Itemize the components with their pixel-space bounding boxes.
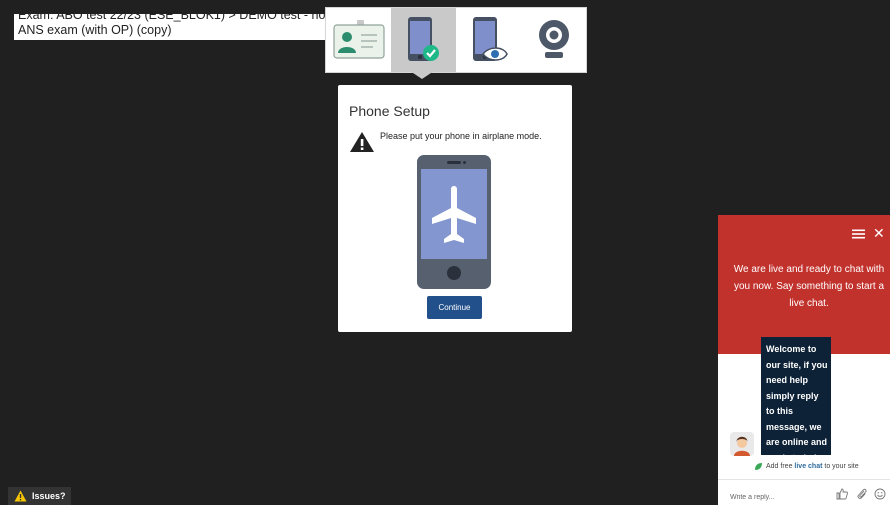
step-phone[interactable] [391,8,456,72]
webcam-icon [538,20,569,58]
chat-reply-input[interactable] [730,491,810,503]
close-icon[interactable]: ✕ [873,226,885,240]
exam-title: Exam: ABO test 22/23 (ESE_BLOK1) > DEMO … [14,8,339,40]
menu-icon[interactable] [852,229,865,239]
setup-steps-bar [325,7,587,73]
chat-header: ✕ We are live and ready to chat with you… [718,215,890,354]
step-id-card[interactable] [326,8,391,72]
chat-powered-by-link[interactable]: Add free live chat to your site [754,462,859,471]
active-step-pointer [410,71,434,79]
exam-title-line2: ANS exam (with OP) (copy) [18,23,172,37]
chat-intro-text: We are live and ready to chat with you n… [733,264,885,309]
dialog-message: Please put your phone in airplane mode. [380,131,542,141]
issues-label: Issues? [32,491,66,501]
continue-button[interactable]: Continue [427,296,482,319]
emoji-icon[interactable] [874,488,886,500]
thumbs-up-icon[interactable] [836,488,848,500]
phone-check-icon [407,17,439,61]
warning-icon [350,132,374,152]
phone-setup-dialog: Phone Setup Please put your phone in air… [338,85,572,332]
step-phone-view[interactable] [456,8,521,72]
warning-icon [14,490,27,502]
chat-welcome-message: Welcome to our site, if you need help si… [761,337,831,463]
step-webcam[interactable] [521,8,586,72]
airplane-mode-phone-icon [417,155,491,289]
footer-text: Add free live chat to your site [766,463,859,470]
phone-eye-icon [472,17,508,61]
agent-avatar [730,432,754,456]
exam-title-line1: Exam: ABO test 22/23 (ESE_BLOK1) > DEMO … [18,8,335,22]
dialog-title: Phone Setup [349,103,430,119]
issues-button[interactable]: Issues? [8,487,71,505]
leaf-icon [755,463,762,470]
live-chat-widget: ✕ We are live and ready to chat with you… [718,215,890,505]
id-card-icon [332,20,385,59]
paperclip-icon[interactable] [856,488,868,500]
chat-divider [718,479,890,480]
